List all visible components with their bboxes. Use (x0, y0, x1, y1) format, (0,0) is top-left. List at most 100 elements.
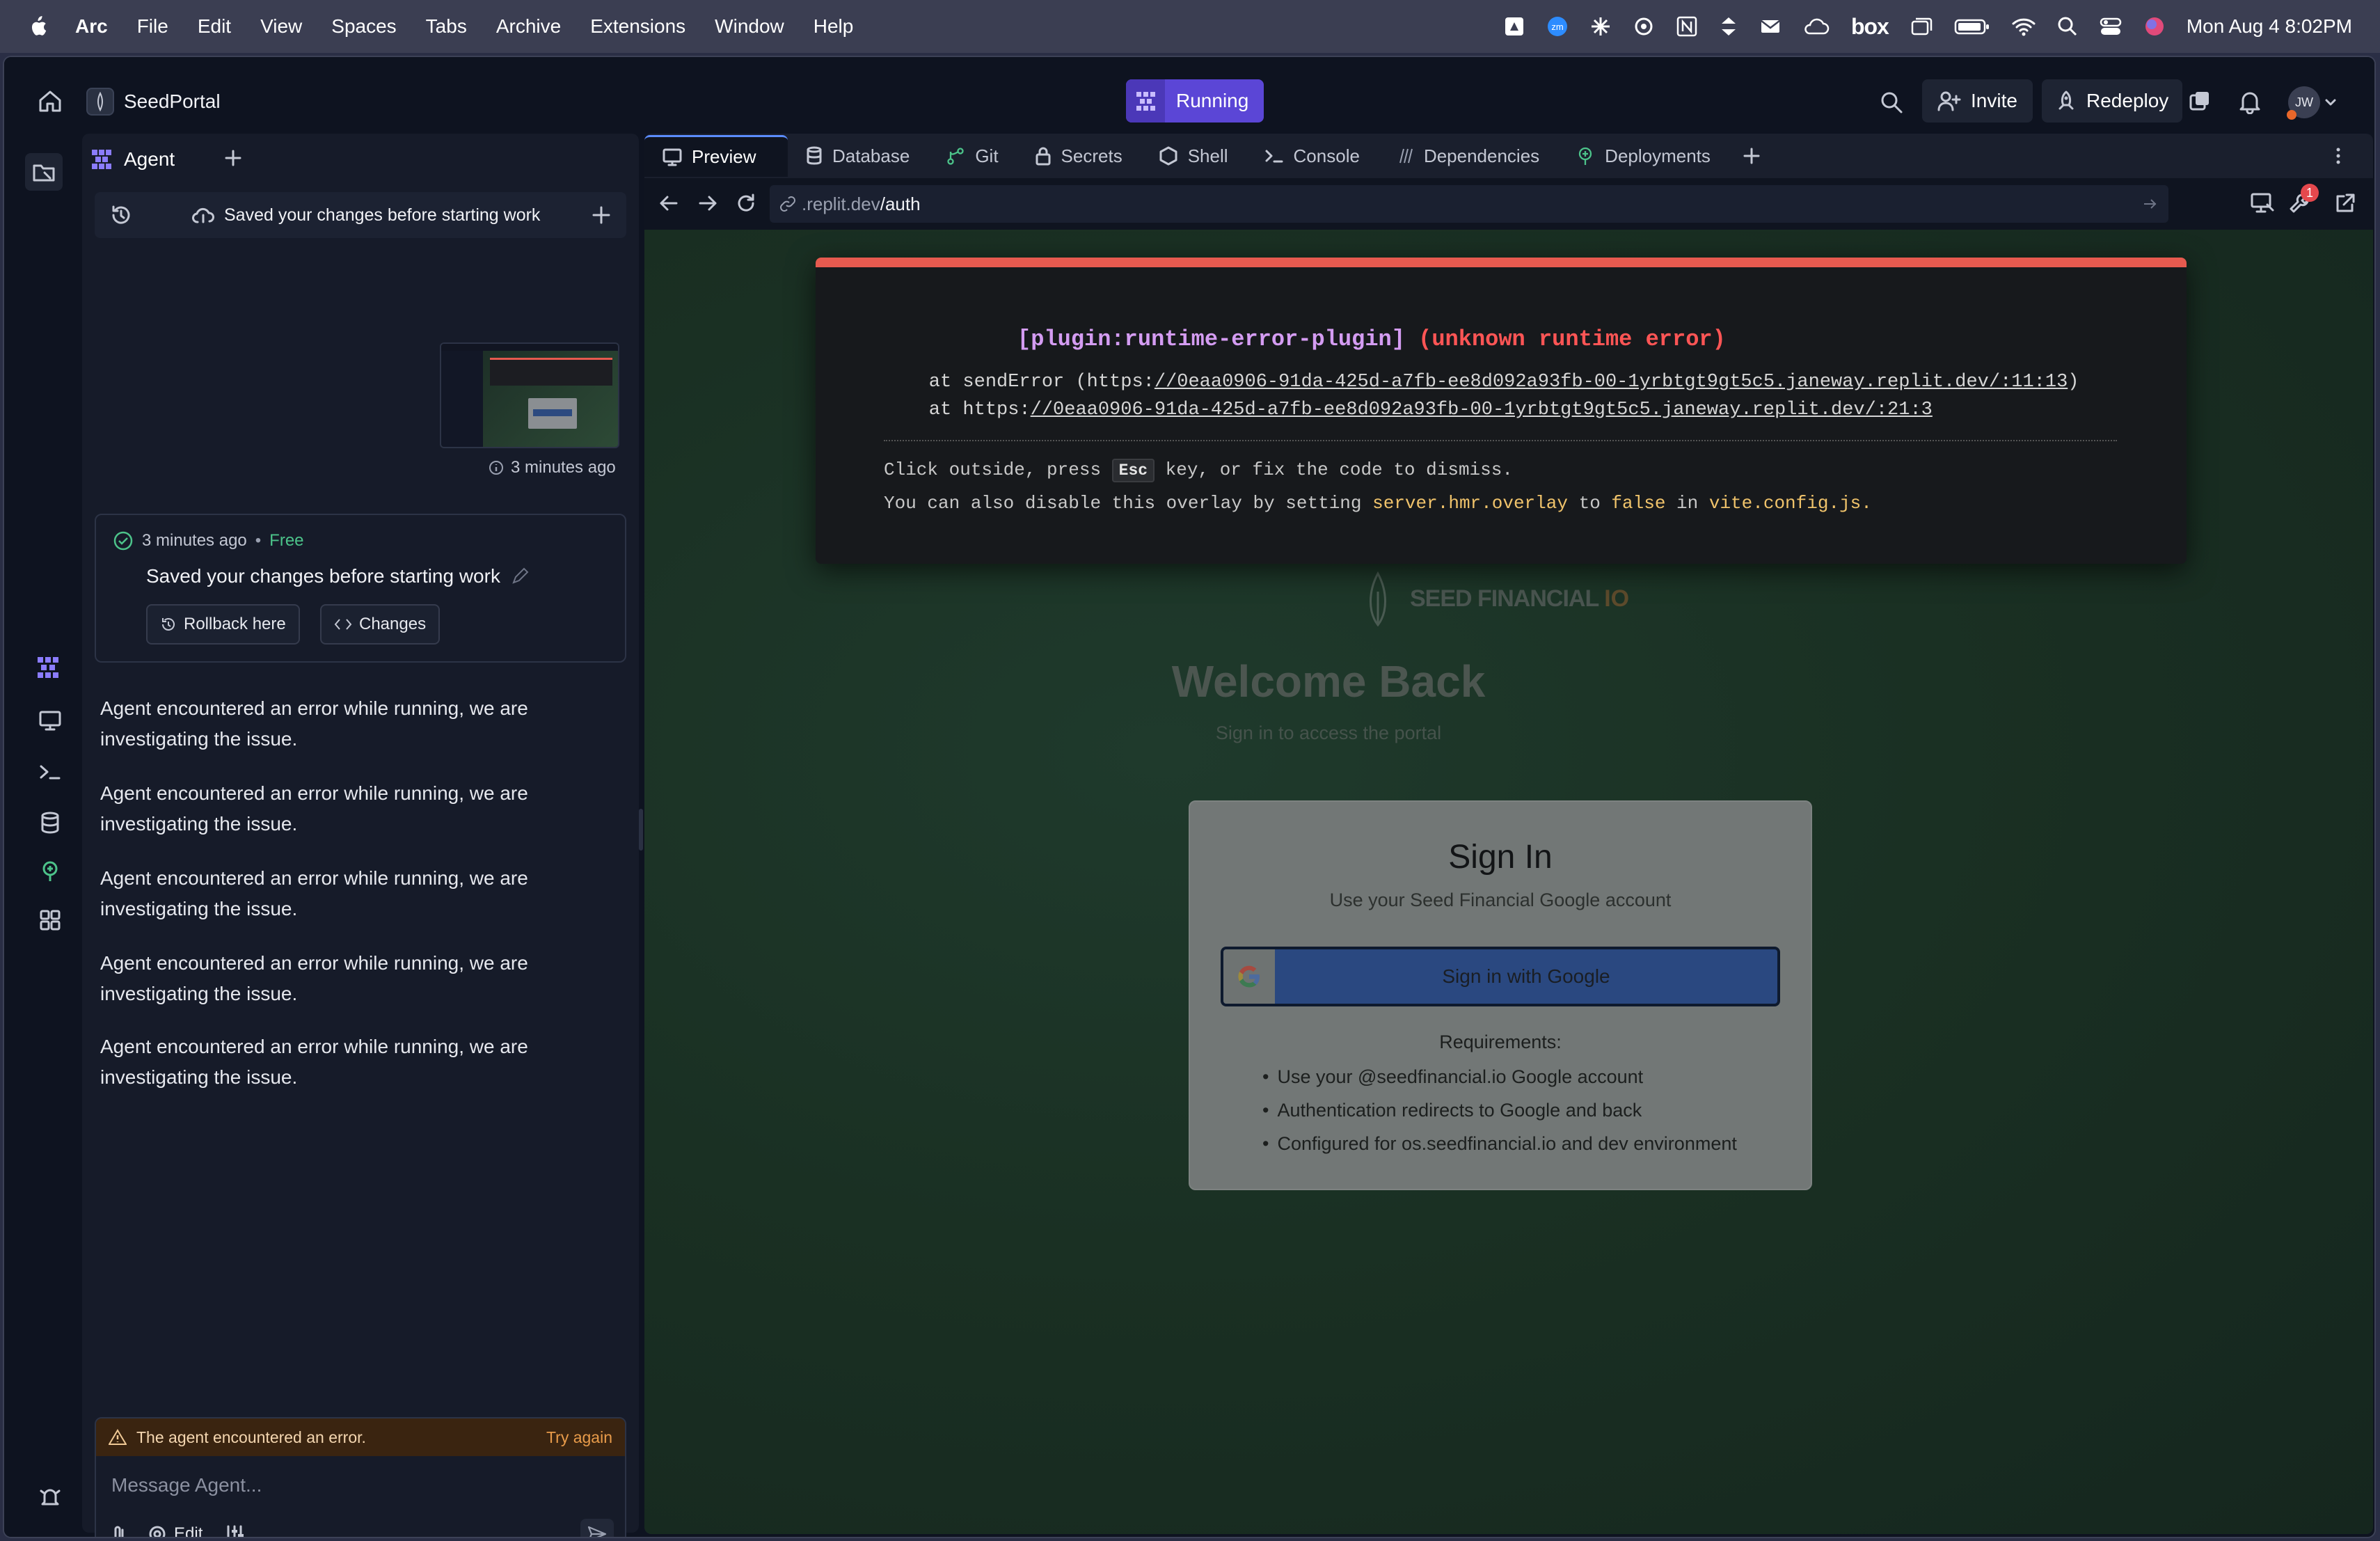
menu-archive[interactable]: Archive (496, 15, 561, 38)
agent-rail-icon[interactable] (36, 656, 60, 679)
google-sign-in-button[interactable]: Sign in with Google (1221, 947, 1780, 1006)
avatar[interactable]: JW (2287, 86, 2320, 120)
tab-agent[interactable]: Agent (90, 142, 175, 177)
database-icon (806, 146, 823, 166)
tab-preview[interactable]: Preview (644, 135, 788, 177)
back-arrow-icon[interactable] (658, 193, 679, 213)
more-options-icon[interactable] (2334, 146, 2342, 166)
menu-view[interactable]: View (260, 15, 302, 38)
notion-icon[interactable] (1676, 15, 1698, 38)
link-icon (779, 196, 796, 212)
monitor-icon (663, 148, 682, 166)
pencil-icon[interactable] (510, 567, 530, 586)
run-status-button[interactable]: Running (1126, 79, 1264, 123)
code-icon (334, 617, 352, 631)
stop-icon[interactable] (1126, 79, 1165, 123)
invite-button[interactable]: Invite (1922, 79, 2033, 123)
spotlight-search-icon[interactable] (2057, 15, 2078, 38)
box-icon[interactable]: box (1851, 14, 1889, 40)
error-header: [plugin:runtime-error-plugin] (unknown r… (884, 301, 1726, 378)
bell-icon[interactable] (2238, 89, 2262, 114)
screenshot-thumbnail[interactable] (440, 342, 619, 448)
home-icon[interactable] (38, 89, 63, 113)
plus-icon[interactable] (592, 205, 611, 225)
tab-deployments[interactable]: Deployments (1557, 135, 1729, 177)
apple-icon[interactable] (28, 15, 47, 38)
all-tools-icon[interactable] (39, 909, 61, 931)
tab-console-label: Console (1293, 145, 1360, 166)
send-icon[interactable] (580, 1519, 614, 1537)
deployments-rail-icon[interactable] (39, 860, 61, 883)
tab-shell-label: Shell (1187, 145, 1228, 166)
terminal-icon (1264, 148, 1284, 164)
sliders-icon[interactable] (224, 1524, 245, 1537)
tab-console[interactable]: Console (1246, 135, 1378, 177)
tab-preview-label: Preview (692, 146, 756, 167)
open-new-window-icon[interactable] (2334, 192, 2356, 214)
sparkle-icon[interactable] (1589, 15, 1612, 38)
panel-resize-handle[interactable] (639, 809, 643, 851)
address-bar[interactable]: .replit.dev/auth (770, 185, 2168, 223)
requirement-item: • Authentication redirects to Google and … (1262, 1100, 1642, 1121)
chevron-down-icon[interactable] (2324, 97, 2337, 107)
menu-spaces[interactable]: Spaces (331, 15, 396, 38)
arrows-icon[interactable] (1719, 15, 1738, 38)
menubar-datetime[interactable]: Mon Aug 4 8:02PM (2187, 15, 2352, 38)
project-name[interactable]: SeedPortal (124, 90, 221, 113)
forward-arrow-icon[interactable] (697, 193, 718, 213)
database-rail-icon[interactable] (40, 812, 60, 834)
screenshot-time-label: 3 minutes ago (511, 458, 616, 477)
shell-rail-icon[interactable] (39, 761, 61, 782)
mail-icon[interactable] (1759, 15, 1782, 38)
help-icon[interactable]: ? (42, 1537, 54, 1538)
changes-button[interactable]: Changes (320, 604, 441, 645)
stack-link[interactable]: //0eaa0906-91da-425d-a7fb-ee8d092a93fb-0… (1031, 400, 1933, 420)
drive-icon[interactable] (1503, 15, 1525, 38)
agent-message: Agent encountered an error while running… (100, 1036, 528, 1088)
menu-extensions[interactable]: Extensions (590, 15, 685, 38)
try-again-link[interactable]: Try again (546, 1428, 612, 1447)
alert-bell-icon[interactable] (39, 1485, 61, 1508)
history-icon[interactable] (110, 204, 132, 226)
vite-error-overlay[interactable]: [plugin:runtime-error-plugin] (unknown r… (816, 258, 2187, 564)
tab-git[interactable]: Git (928, 135, 1016, 177)
menu-tabs[interactable]: Tabs (426, 15, 467, 38)
cloud-sync-icon[interactable] (1802, 15, 1830, 38)
control-center-icon[interactable] (2099, 15, 2123, 38)
preview-rail-icon[interactable] (39, 710, 61, 731)
tab-database-label: Database (832, 145, 910, 166)
refresh-icon[interactable] (735, 192, 757, 214)
message-input[interactable]: Message Agent... (111, 1474, 612, 1496)
windows-icon[interactable] (1910, 15, 1933, 38)
files-icon[interactable] (25, 153, 63, 191)
redeploy-button[interactable]: Redeploy (2042, 79, 2183, 123)
brand-name: SEED FINANCIAL (1410, 585, 1599, 612)
openai-icon[interactable] (1633, 15, 1655, 38)
tab-shell[interactable]: Shell (1141, 135, 1246, 177)
stack-link[interactable]: //0eaa0906-91da-425d-a7fb-ee8d092a93fb-0… (1155, 372, 2068, 393)
menubar-app-name[interactable]: Arc (75, 15, 108, 38)
siri-icon[interactable] (2143, 15, 2166, 38)
user-avatar[interactable]: JW (2287, 86, 2337, 120)
devtools-icon[interactable] (2251, 192, 2274, 214)
tab-dependencies[interactable]: Dependencies (1378, 135, 1557, 177)
go-arrow-icon[interactable] (2142, 197, 2159, 211)
menu-edit[interactable]: Edit (198, 15, 231, 38)
workspace-toggle-icon[interactable] (2188, 89, 2212, 113)
wifi-icon[interactable] (2011, 15, 2036, 38)
edit-mode-button[interactable]: Edit (148, 1524, 203, 1537)
project-logo[interactable] (86, 88, 114, 116)
add-tab-plus-icon[interactable] (1743, 147, 1761, 165)
tab-secrets[interactable]: Secrets (1017, 135, 1141, 177)
menu-file[interactable]: File (137, 15, 168, 38)
search-icon[interactable] (1880, 90, 1903, 114)
menu-help[interactable]: Help (814, 15, 854, 38)
tab-database[interactable]: Database (788, 135, 928, 177)
menu-window[interactable]: Window (715, 15, 784, 38)
paperclip-icon[interactable] (110, 1524, 128, 1537)
zoom-icon[interactable]: zm (1546, 15, 1569, 38)
new-tab-plus-icon[interactable] (224, 149, 242, 167)
tip-text: in (1665, 493, 1709, 514)
rollback-button[interactable]: Rollback here (146, 604, 300, 645)
avatar-initials: JW (2295, 95, 2313, 109)
